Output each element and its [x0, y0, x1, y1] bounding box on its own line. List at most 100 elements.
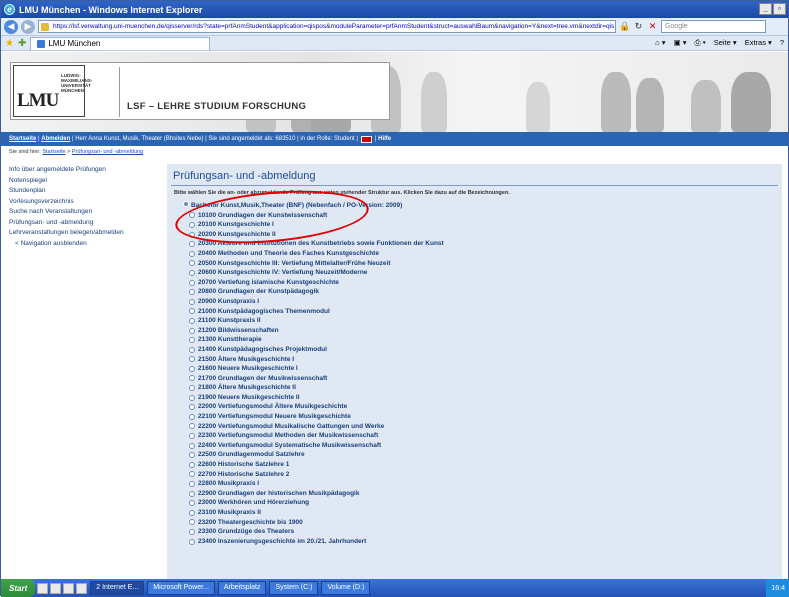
- maximize-button[interactable]: ▫: [773, 3, 786, 15]
- sidebar-item-course-catalog[interactable]: Vorlesungsverzeichnis: [9, 197, 159, 208]
- tree-node-icon: [189, 519, 195, 526]
- sidebar-item-search-courses[interactable]: Suche nach Veranstaltungen: [9, 207, 159, 218]
- tree-item[interactable]: 21200 Bildwissenschaften: [189, 326, 782, 336]
- tree-item[interactable]: 21800 Ältere Musikgeschichte II: [189, 383, 782, 393]
- tree-item[interactable]: 23100 Musikpraxis II: [189, 508, 782, 518]
- tree-item[interactable]: 20800 Grundlagen der Kunstpädagogik: [189, 287, 782, 297]
- feeds-icon[interactable]: ▣ ▾: [674, 38, 687, 48]
- tree-item[interactable]: 20900 Kunstpraxis I: [189, 297, 782, 307]
- tree-node-icon: [189, 289, 195, 296]
- tree-item[interactable]: 22700 Historische Satzlehre 2: [189, 470, 782, 480]
- tree-items: 10100 Grundlagen der Kunstwissenschaft 20…: [167, 211, 782, 547]
- tree-item[interactable]: 22400 Vertiefungsmodul Systematische Mus…: [189, 441, 782, 451]
- sidebar-item-timetable[interactable]: Stundenplan: [9, 186, 159, 197]
- taskbar-item-arbeitsplatz[interactable]: Arbeitsplatz: [217, 581, 267, 595]
- header-banner: LMU LUDWIG- MAXIMILIANS- UNIVERSITÄT MÜN…: [1, 52, 788, 132]
- tree-node-icon: [189, 250, 195, 257]
- page-menu[interactable]: Seite ▾: [714, 38, 737, 48]
- refresh-icon[interactable]: ↻: [633, 21, 644, 32]
- tree-item-label: 22200 Vertiefungsmodul Musikalische Gatt…: [198, 422, 385, 430]
- quicklaunch-icon[interactable]: [76, 582, 88, 594]
- tree-item-label: 21200 Bildwissenschaften: [198, 326, 279, 334]
- ie-logo-icon: e: [4, 4, 15, 15]
- tree-item[interactable]: 20600 Kunstgeschichte IV: Vertiefung Neu…: [189, 268, 782, 278]
- quicklaunch-icon[interactable]: [63, 582, 75, 594]
- favorites-star-icon[interactable]: ★: [5, 38, 14, 49]
- tree-node-icon: [189, 471, 195, 478]
- tree-item[interactable]: 22500 Grundlagenmodul Satzlehre: [189, 450, 782, 460]
- tree-item-label: 20500 Kunstgeschichte III: Vertiefung Mi…: [198, 259, 391, 267]
- breadcrumb-current[interactable]: Prüfungsan- und -abmeldung: [72, 149, 143, 155]
- tree-node-icon: [189, 538, 195, 545]
- tree-item-label: 21500 Ältere Musikgeschichte I: [198, 355, 295, 363]
- english-flag-icon[interactable]: [360, 135, 372, 143]
- tree-item[interactable]: 20700 Vertiefung islamische Kunstgeschic…: [189, 278, 782, 288]
- stop-icon[interactable]: ✕: [647, 21, 658, 32]
- tree-item[interactable]: 22800 Musikpraxis I: [189, 479, 782, 489]
- help-icon[interactable]: ?: [780, 38, 784, 48]
- tree-node-icon: [189, 423, 195, 430]
- tree-item[interactable]: 21100 Kunstpraxis II: [189, 316, 782, 326]
- sidebar-item-hide-navigation[interactable]: < Navigation ausblenden: [15, 239, 159, 250]
- minimize-button[interactable]: _: [759, 3, 772, 15]
- sidebar-item-course-enrollment[interactable]: Lehrveranstaltungen belegen/abmelden: [9, 228, 159, 239]
- tree-node-icon: [189, 279, 195, 286]
- sidebar-item-exam-registration[interactable]: Prüfungsan- und -abmeldung: [9, 218, 159, 229]
- home-icon[interactable]: ⌂ ▾: [655, 38, 665, 48]
- tree-item[interactable]: 23400 Inszenierungsgeschichte im 20./21.…: [189, 537, 782, 547]
- start-link[interactable]: Startseite: [9, 136, 36, 142]
- tree-item[interactable]: 23300 Grundzüge des Theaters: [189, 527, 782, 537]
- tree-item-label: 20900 Kunstpraxis I: [198, 297, 260, 305]
- tree-item[interactable]: 23000 Werkhören und Hörerziehung: [189, 498, 782, 508]
- help-link[interactable]: Hilfe: [378, 136, 391, 142]
- tree-item-label: 21700 Grundlagen der Musikwissenschaft: [198, 374, 328, 382]
- quicklaunch-icon[interactable]: [50, 582, 62, 594]
- tree-item[interactable]: 22100 Vertiefungsmodul Neuere Musikgesch…: [189, 412, 782, 422]
- tree-item[interactable]: 22300 Vertiefungsmodul Methoden der Musi…: [189, 431, 782, 441]
- tree-item[interactable]: 23200 Theatergeschichte bis 1900: [189, 518, 782, 528]
- back-button[interactable]: ◀: [4, 19, 18, 34]
- tree-node-icon: [189, 404, 195, 411]
- tree-item[interactable]: 21000 Kunstpädagogisches Themenmodul: [189, 307, 782, 317]
- forward-button[interactable]: ▶: [21, 19, 35, 34]
- window-title: LMU München - Windows Internet Explorer: [19, 4, 203, 15]
- logout-link[interactable]: Abmelden: [41, 136, 70, 142]
- tree-node-icon: [189, 298, 195, 305]
- tree-item-label: 21400 Kunstpädagogisches Projektmodul: [198, 345, 327, 353]
- tree-item[interactable]: 20500 Kunstgeschichte III: Vertiefung Mi…: [189, 259, 782, 269]
- taskbar-item-ie[interactable]: 2 Internet E...: [90, 581, 145, 595]
- url-field[interactable]: https://lsf.verwaltung.uni-muenchen.de/q…: [38, 20, 616, 33]
- tree-item[interactable]: 21300 Kunsttherapie: [189, 335, 782, 345]
- tree-item[interactable]: 22000 Vertiefungsmodul Ältere Musikgesch…: [189, 402, 782, 412]
- tree-node-icon: [189, 365, 195, 372]
- browser-tab[interactable]: LMU München: [30, 36, 211, 50]
- tree-item[interactable]: 22600 Historische Satzlehre 1: [189, 460, 782, 470]
- tree-node-icon: [189, 433, 195, 440]
- tree-item-label: 22500 Grundlagenmodul Satzlehre: [198, 451, 305, 459]
- lock-padlock-icon[interactable]: 🔒: [619, 21, 630, 32]
- tree-node-icon: [189, 375, 195, 382]
- taskbar-item-system[interactable]: System (C:): [269, 581, 319, 595]
- breadcrumb-home[interactable]: Startseite: [42, 149, 65, 155]
- tree-item[interactable]: 21700 Grundlagen der Musikwissenschaft: [189, 374, 782, 384]
- tree-item[interactable]: 22900 Grundlagen der historischen Musikp…: [189, 489, 782, 499]
- tree-item[interactable]: 22200 Vertiefungsmodul Musikalische Gatt…: [189, 422, 782, 432]
- start-button[interactable]: Start: [1, 579, 36, 597]
- sidebar-item-exam-info[interactable]: Info über angemeldete Prüfungen: [9, 165, 159, 176]
- tree-node-icon: [189, 385, 195, 392]
- extras-menu[interactable]: Extras ▾: [745, 38, 772, 48]
- tree-item[interactable]: 21600 Neuere Musikgeschichte I: [189, 364, 782, 374]
- tree-item[interactable]: 21500 Ältere Musikgeschichte I: [189, 355, 782, 365]
- lmu-logo-box[interactable]: LMU LUDWIG- MAXIMILIANS- UNIVERSITÄT MÜN…: [10, 62, 390, 120]
- add-favorites-icon[interactable]: ✚: [18, 38, 26, 49]
- tree-item[interactable]: 20400 Methoden und Theorie des Faches Ku…: [189, 249, 782, 259]
- quicklaunch-icon[interactable]: [37, 582, 49, 594]
- sidebar-nav: Info über angemeldete Prüfungen Notenspi…: [9, 165, 159, 249]
- tree-item[interactable]: 21400 Kunstpädagogisches Projektmodul: [189, 345, 782, 355]
- taskbar-item-volume[interactable]: Volume (D:): [321, 581, 371, 595]
- search-input[interactable]: Google: [661, 20, 766, 33]
- sidebar-item-grades[interactable]: Notenspiegel: [9, 176, 159, 187]
- print-icon[interactable]: ⎙ ▾: [695, 38, 706, 48]
- taskbar-item-powerpoint[interactable]: Microsoft Power...: [147, 581, 215, 595]
- tree-item[interactable]: 21900 Neuere Musikgeschichte II: [189, 393, 782, 403]
